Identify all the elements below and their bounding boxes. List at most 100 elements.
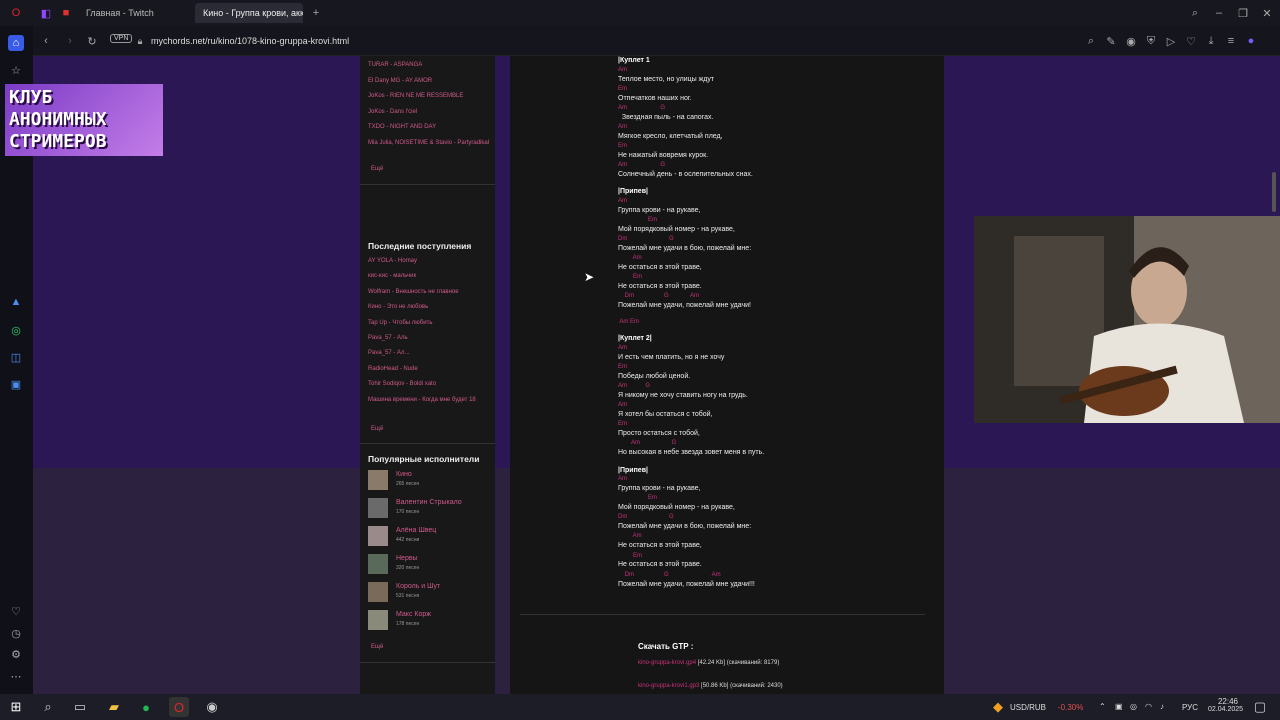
chord-line[interactable]: Em xyxy=(618,495,657,501)
artist-avatar[interactable] xyxy=(368,498,388,518)
whatsapp-icon[interactable]: ◎ xyxy=(8,322,24,338)
chord-line[interactable]: Am xyxy=(618,476,627,482)
song-link[interactable]: Mia Julia, NOISETIME & Stavio - Partyrad… xyxy=(368,140,493,147)
language-indicator[interactable]: РУС xyxy=(1182,703,1198,712)
chord-line[interactable]: Dm G xyxy=(618,514,674,520)
chord-line[interactable]: Am xyxy=(618,533,642,539)
chord-line[interactable]: Am G xyxy=(618,440,676,446)
more-icon[interactable]: ⋯ xyxy=(8,668,24,684)
search-icon[interactable]: ⌕ xyxy=(38,697,58,717)
forward-icon[interactable]: › xyxy=(62,33,78,49)
artist-name[interactable]: Алёна Швец xyxy=(396,527,436,534)
page-scrollbar[interactable] xyxy=(1272,172,1276,212)
url-text[interactable]: mychords.net/ru/kino/1078-kino-gruppa-kr… xyxy=(151,36,349,46)
chord-line[interactable]: Em xyxy=(618,274,642,280)
camera-icon[interactable]: ◉ xyxy=(1123,33,1139,49)
song-link[interactable]: RadioHead - Nude xyxy=(368,366,493,373)
more-link[interactable]: Ещё xyxy=(371,644,383,650)
app-store-icon[interactable]: ▲ xyxy=(8,294,24,310)
vk-icon[interactable]: ▣ xyxy=(8,376,24,392)
chord-line[interactable]: Am Em xyxy=(618,319,639,325)
obs-icon[interactable]: ◉ xyxy=(202,697,222,717)
zoom-icon[interactable]: ⌕ xyxy=(1083,33,1099,49)
heart-icon[interactable]: ♡ xyxy=(1183,33,1199,49)
play-icon[interactable]: ▷ xyxy=(1163,33,1179,49)
song-link[interactable]: El Dany MG - AY AMOR xyxy=(368,78,493,85)
more-link[interactable]: Ещё xyxy=(371,166,383,172)
song-link[interactable]: Кино - Это не любовь xyxy=(368,304,493,311)
messenger-icon[interactable]: ◫ xyxy=(8,349,24,365)
currency-label[interactable]: USD/RUB xyxy=(1010,703,1046,712)
tray-app-icon[interactable]: ◎ xyxy=(1130,702,1137,711)
song-link[interactable]: Wolfram - Внешность не главное xyxy=(368,289,493,296)
song-link[interactable]: Pava_57 - Ал... xyxy=(368,350,493,357)
chord-line[interactable]: Am xyxy=(618,124,627,130)
tray-app-icon[interactable]: ▣ xyxy=(1115,702,1123,711)
minimize-icon[interactable]: – xyxy=(1211,5,1227,21)
chord-line[interactable]: Am xyxy=(618,67,627,73)
home-icon[interactable]: ⌂ xyxy=(8,35,24,51)
star-icon[interactable]: ☆ xyxy=(8,62,24,78)
chord-line[interactable]: Am G xyxy=(618,105,665,111)
chord-line[interactable]: Em xyxy=(618,364,627,370)
opera-taskbar-icon[interactable]: O xyxy=(169,697,189,717)
artist-name[interactable]: Нервы xyxy=(396,555,418,562)
chord-line[interactable]: Dm G Am xyxy=(618,572,721,578)
twitch-icon[interactable]: ◧ xyxy=(38,5,54,21)
settings-icon[interactable]: ⚙ xyxy=(8,646,24,662)
chord-line[interactable]: Em xyxy=(618,143,627,149)
shield-icon[interactable]: ⛨ xyxy=(1143,33,1159,49)
tab-twitch[interactable]: Главная - Twitch xyxy=(78,3,188,23)
chord-line[interactable]: Em xyxy=(618,86,627,92)
song-link[interactable]: AY YOLA - Homay xyxy=(368,258,493,265)
lock-icon[interactable]: 🔒︎ xyxy=(132,33,148,49)
artist-avatar[interactable] xyxy=(368,526,388,546)
artist-avatar[interactable] xyxy=(368,554,388,574)
artist-avatar[interactable] xyxy=(368,470,388,490)
chord-line[interactable]: Em xyxy=(618,217,657,223)
song-link[interactable]: JoKos - RIEN NE ME RESSEMBLE xyxy=(368,93,493,100)
heart-sidebar-icon[interactable]: ♡ xyxy=(8,603,24,619)
chord-line[interactable]: Am xyxy=(618,255,642,261)
download-link[interactable]: kino-gruppa-krovi1.gp3 xyxy=(638,683,699,689)
artist-name[interactable]: Король и Шут xyxy=(396,583,440,590)
artist-avatar[interactable] xyxy=(368,582,388,602)
song-link[interactable]: TXDO - NIGHT AND DAY xyxy=(368,124,493,131)
song-link[interactable]: JoKos - Dans l'ciel xyxy=(368,109,493,116)
song-link[interactable]: Pava_57 - Аль xyxy=(368,335,493,342)
artist-name[interactable]: Валентин Стрыкало xyxy=(396,499,462,506)
tray-chevron-icon[interactable]: ⌃ xyxy=(1099,702,1106,711)
artist-name[interactable]: Кино xyxy=(396,471,412,478)
vpn-badge[interactable]: VPN xyxy=(110,34,133,43)
menu-icon[interactable]: ≡ xyxy=(1223,33,1239,49)
search-tabs-icon[interactable]: ⌕ xyxy=(1187,5,1203,21)
back-icon[interactable]: ‹ xyxy=(38,33,54,49)
task-view-icon[interactable]: ▭ xyxy=(70,697,90,717)
history-icon[interactable]: ◷ xyxy=(8,625,24,641)
profile-icon[interactable]: ● xyxy=(1243,33,1259,49)
spotify-icon[interactable]: ● xyxy=(136,697,156,717)
chord-line[interactable]: Am xyxy=(618,402,627,408)
maximize-icon[interactable]: ❐ xyxy=(1235,5,1251,21)
artist-avatar[interactable] xyxy=(368,610,388,630)
chord-line[interactable]: Em xyxy=(618,553,642,559)
wifi-icon[interactable]: ◠ xyxy=(1145,702,1152,711)
pinned-tab-icon[interactable]: ■ xyxy=(58,5,74,21)
chord-line[interactable]: Dm G xyxy=(618,236,674,242)
clock[interactable]: 22:46 02.04.2025 xyxy=(1208,697,1243,713)
song-link[interactable]: кис-кис - мальчик xyxy=(368,273,493,280)
more-link[interactable]: Ещё xyxy=(371,426,383,432)
song-link[interactable]: TURAR - ASPANGA xyxy=(368,62,493,69)
download-icon[interactable]: ⤓ xyxy=(1203,33,1219,49)
new-tab-button[interactable]: + xyxy=(308,5,324,21)
chord-line[interactable]: Em xyxy=(618,421,627,427)
reload-icon[interactable]: ↻ xyxy=(84,33,100,49)
artist-name[interactable]: Макс Корж xyxy=(396,611,431,618)
opera-logo-icon[interactable]: O xyxy=(8,5,24,21)
close-icon[interactable]: ✕ xyxy=(1259,5,1275,21)
notifications-icon[interactable]: ▢ xyxy=(1250,697,1270,717)
chord-line[interactable]: Am xyxy=(618,345,627,351)
currency-icon[interactable]: ◆ xyxy=(988,697,1008,717)
chord-line[interactable]: Dm G Am xyxy=(618,293,699,299)
windows-start-icon[interactable]: ⊞ xyxy=(6,697,26,717)
